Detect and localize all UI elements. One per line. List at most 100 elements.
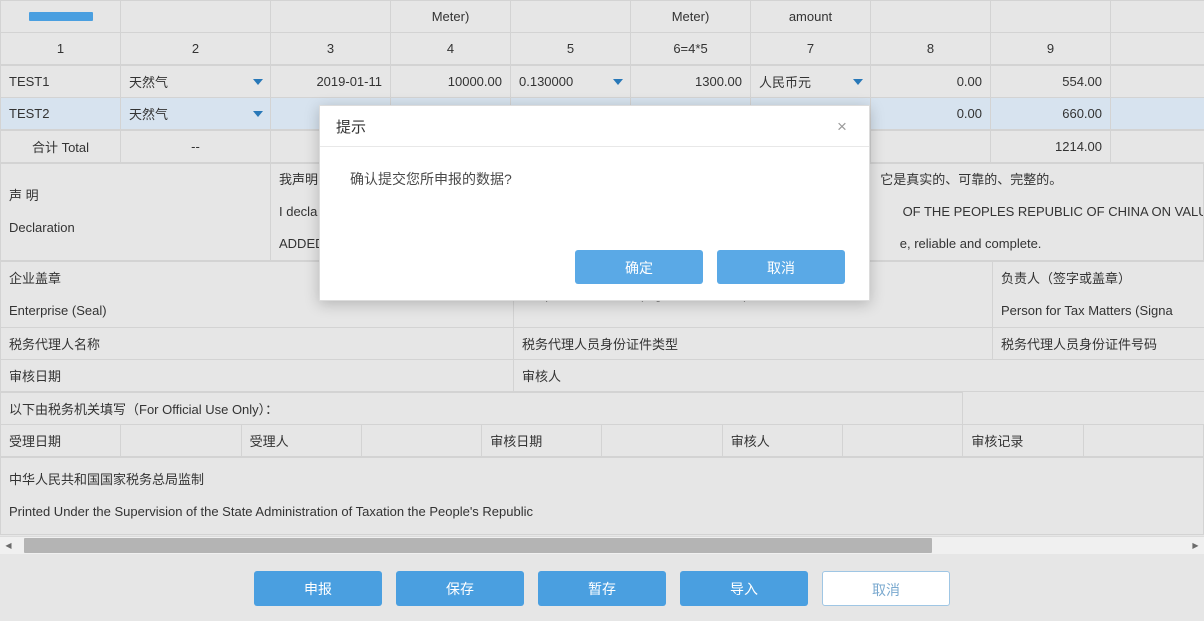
colnum-6: 6=4*5 [631,33,751,65]
declaration-label-en: Declaration [9,212,262,244]
cell-col9[interactable]: 554.00 [991,66,1111,98]
cell-unit-price-label: 0.130000 [519,74,573,89]
total-col9: 1214.00 [991,131,1111,163]
total-label: 合计 Total [1,131,121,163]
official-use-block: 以下由税务机关填写（For Official Use Only）： 受理日期 受… [0,392,1204,457]
dialog-title: 提示 [336,116,831,137]
agent-id-type-cell: 税务代理人员身份证件类型 [514,328,993,360]
declare-button[interactable]: 申报 [254,571,382,606]
table-header-fragment: Meter) Meter) amount 1 2 3 4 5 6=4*5 7 8… [0,0,1204,65]
header-cell-7: amount [751,1,871,33]
header-cell-2 [121,1,271,33]
total-col8 [871,131,991,163]
official-auditor-label: 审核人 [722,425,842,457]
dialog-header: 提示 × [320,106,869,147]
chevron-down-icon[interactable] [613,79,623,85]
footer-imprint-cn: 中华人民共和国国家税务总局监制 [9,464,1195,496]
save-button[interactable]: 保存 [396,571,524,606]
accept-date-value [121,425,241,457]
cell-quantity[interactable]: 10000.00 [391,66,511,98]
header-cell-9 [991,1,1111,33]
colnum-7: 7 [751,33,871,65]
header-cell-6: Meter) [631,1,751,33]
colnum-1: 1 [1,33,121,65]
tax-matters-person-cell: 负责人（签字或盖章） Person for Tax Matters (Signa [993,262,1204,328]
cell-currency[interactable]: 人民币元 [751,66,871,98]
table-header-top-row: Meter) Meter) amount [1,1,1204,33]
footer-imprint: 中华人民共和国国家税务总局监制 Printed Under the Superv… [1,458,1204,535]
row-add-button-fragment[interactable] [29,12,93,21]
colnum-4: 4 [391,33,511,65]
chevron-down-icon[interactable] [253,79,263,85]
cell-name[interactable]: TEST1 [1,66,121,98]
declaration-label-cn: 声 明 [9,180,262,212]
action-bar: 申报 保存 暂存 导入 取消 [0,555,1204,621]
chevron-down-icon[interactable] [853,79,863,85]
dialog-message: 确认提交您所申报的数据? [320,147,869,189]
official-audit-date-value [602,425,722,457]
audit-record-label: 审核记录 [963,425,1083,457]
header-cell-1 [1,1,121,33]
declaration-page: Meter) Meter) amount 1 2 3 4 5 6=4*5 7 8… [0,0,1204,621]
declaration-line-2-left: I decla [279,204,317,219]
acceptor-value [361,425,481,457]
close-icon[interactable]: × [831,115,853,137]
chevron-down-icon[interactable] [253,111,263,117]
declaration-line-1-right: 它是真实的、可靠的、完整的。 [880,172,1062,187]
colnum-10: 10=6*9 [1111,33,1204,65]
agent-id-number-cell: 税务代理人员身份证件号码 [993,328,1204,360]
accept-date-label: 受理日期 [1,425,121,457]
cell-unit-price[interactable]: 0.130000 [511,66,631,98]
audit-record-value [1083,425,1203,457]
declaration-label: 声 明 Declaration [1,164,271,261]
scrollbar-track[interactable] [17,537,1187,554]
colnum-5: 5 [511,33,631,65]
cell-amount[interactable]: 1300.00 [631,66,751,98]
scrollbar-thumb[interactable] [24,538,932,553]
cell-name[interactable]: TEST2 [1,98,121,130]
agent-auditor-cell: 审核人 [514,360,1204,392]
colnum-9: 9 [991,33,1111,65]
declaration-line-3-left: ADDED [279,236,325,251]
horizontal-scrollbar[interactable]: ◀ ▶ [0,536,1204,554]
cell-currency-label: 人民币元 [759,75,811,90]
scroll-right-arrow-icon[interactable]: ▶ [1187,537,1204,554]
cell-col10[interactable]: 7202 [1111,66,1204,98]
header-cell-4: Meter) [391,1,511,33]
tax-matters-person-cn: 负责人（签字或盖章） [1001,263,1196,295]
header-cell-8 [871,1,991,33]
table-column-number-row: 1 2 3 4 5 6=4*5 7 8 9 10=6*9 [1,33,1204,65]
cell-product-label: 天然气 [129,107,168,122]
scroll-left-arrow-icon[interactable]: ◀ [0,537,17,554]
header-cell-5 [511,1,631,33]
official-audit-date-label: 审核日期 [482,425,602,457]
official-auditor-value [843,425,963,457]
total-col10: 11162 [1111,131,1204,163]
cell-product[interactable]: 天然气 [121,66,271,98]
official-use-notice: 以下由税务机关填写（For Official Use Only）： [1,393,963,425]
temp-save-button[interactable]: 暂存 [538,571,666,606]
table-row[interactable]: TEST1 天然气 2019-01-11 10000.00 0.130000 1… [1,66,1204,98]
cell-product[interactable]: 天然气 [121,98,271,130]
footer-imprint-block: 中华人民共和国国家税务总局监制 Printed Under the Superv… [0,457,1204,535]
colnum-2: 2 [121,33,271,65]
tax-matters-person-en: Person for Tax Matters (Signa [1001,295,1196,327]
confirm-dialog: 提示 × 确认提交您所申报的数据? 确定 取消 [319,105,870,301]
cell-col8[interactable]: 0.00 [871,66,991,98]
import-button[interactable]: 导入 [680,571,808,606]
cell-col10[interactable]: 3960 [1111,98,1204,130]
cell-date[interactable]: 2019-01-11 [271,66,391,98]
agent-audit-date-cell: 审核日期 [1,360,514,392]
colnum-8: 8 [871,33,991,65]
header-cell-10 [1111,1,1204,33]
dialog-cancel-button[interactable]: 取消 [717,250,845,284]
dialog-confirm-button[interactable]: 确定 [575,250,703,284]
cell-col8[interactable]: 0.00 [871,98,991,130]
declaration-line-1-left: 我声明 [279,172,318,187]
footer-imprint-en: Printed Under the Supervision of the Sta… [9,496,1195,528]
declaration-line-3-right: e, reliable and complete. [900,236,1042,251]
cancel-button[interactable]: 取消 [822,571,950,606]
acceptor-label: 受理人 [241,425,361,457]
cell-col9[interactable]: 660.00 [991,98,1111,130]
agent-name-cell: 税务代理人名称 [1,328,514,360]
